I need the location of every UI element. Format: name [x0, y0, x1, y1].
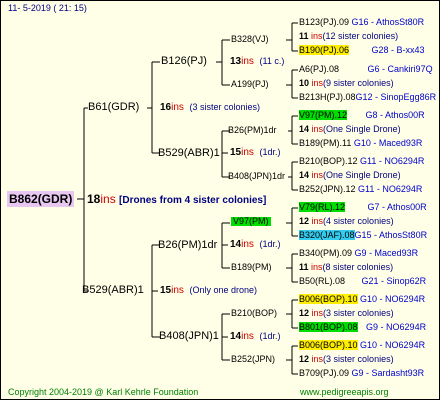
g2-node-1-ins: 13ins (11 c.) — [230, 56, 285, 67]
g2-node-2-ins: 15ins (1dr.) — [230, 147, 281, 158]
g1-sire[interactable]: B61(GDR) — [88, 102, 139, 113]
root-queen[interactable]: B862(GDR) — [7, 191, 75, 207]
g4-node-5[interactable]: V97(PM).12 G8 - Athos00R — [299, 110, 425, 120]
g4-node-16[interactable]: B709(PJ).09 G9 - Sardasht93R — [299, 369, 424, 378]
g4-node-12[interactable]: B50(RL).08 G21 - Sinop62R — [299, 277, 426, 286]
g4-node-10[interactable]: B320(JAF).08G15 - AthosSt80R — [299, 230, 427, 240]
g3-node-2[interactable]: A199(PJ) — [231, 80, 269, 89]
g4-node-2[interactable]: B190(PJ).06 G28 - B-xx43 — [299, 45, 425, 55]
g2-node-4-ins: 14ins (1dr.) — [230, 331, 281, 342]
g4-note-6: 11 ins(8 sister colonies) — [299, 262, 394, 272]
g4-node-14[interactable]: B801(BOP).08 G9 - NO6294R — [299, 322, 426, 332]
g3-node-6[interactable]: B189(PM) — [231, 263, 272, 272]
g4-node-7[interactable]: B210(BOP).12 G11 - NO6294R — [299, 157, 424, 166]
g4-node-9[interactable]: V79(RL).12 G7 - Athos00R — [299, 202, 427, 212]
g3-node-1[interactable]: B328(VJ) — [231, 35, 269, 44]
pedigree-chart: { "header": "11- 5-2019 ( 21: 15)", "foo… — [0, 0, 440, 400]
g4-note-8: 12 ins(3 sister colonies) — [299, 354, 394, 364]
g4-node-6[interactable]: B189(PM).11 G10 - Maced93R — [299, 139, 422, 148]
g4-note-3: 14 ins(One Single Drone) — [299, 124, 401, 134]
g3-node-8[interactable]: B252(JPN) — [231, 355, 275, 364]
g4-note-7: 12 ins(3 sister colonies) — [299, 308, 394, 318]
g4-node-8[interactable]: B252(JPN).12 G11 - NO6294R — [299, 185, 422, 194]
g3-node-3[interactable]: B26(PM)1dr — [228, 126, 277, 135]
g3-node-4[interactable]: B408(JPN)1dr — [228, 172, 285, 181]
g4-note-4: 14 ins(One Single Drone) — [299, 170, 401, 180]
g4-node-13[interactable]: B006(BOP).10 G10 - NO6294R — [299, 294, 425, 304]
g1-dam[interactable]: B529(ABR)1 — [82, 285, 144, 296]
copyright: Copyright 2004-2019 @ Karl Kehrle Founda… — [8, 387, 199, 397]
g1-sire-ins: 16ins (3 sister colonies) — [160, 102, 261, 113]
g2-node-2[interactable]: B529(ABR)1 — [158, 148, 220, 159]
g4-node-4[interactable]: B213H(PJ).08G12 - SinopEgg86R — [299, 93, 436, 102]
g4-note-1: 11 ins(12 sister colonies) — [299, 31, 399, 41]
website-link[interactable]: www.pedigreeapis.org — [300, 388, 389, 397]
g3-node-5[interactable]: V97(PM) — [231, 217, 271, 226]
g4-node-15[interactable]: B006(BOP).10 G10 - NO6294R — [299, 340, 425, 350]
timestamp: 11- 5-2019 ( 21: 15) — [8, 3, 87, 13]
g2-node-3[interactable]: B26(PM)1dr — [158, 240, 217, 251]
g4-note-5: 12 ins(4 sister colonies) — [299, 216, 394, 226]
g4-node-11[interactable]: B340(PM).09 G9 - Maced93R — [299, 249, 418, 258]
g4-note-2: 10 ins(9 sister colonies) — [299, 78, 394, 88]
root-insemination: 18ins [Drones from 4 sister colonies] — [87, 192, 267, 206]
g2-node-4[interactable]: B408(JPN)1 — [159, 331, 219, 342]
g1-dam-ins: 15ins (Only one drone) — [160, 285, 258, 296]
g3-node-7[interactable]: B210(BOP) — [231, 309, 277, 318]
g2-node-3-ins: 14ins (1dr.) — [230, 239, 281, 250]
g2-node-1[interactable]: B126(PJ) — [161, 56, 207, 67]
g4-node-3[interactable]: A6(PJ).08 G6 - Cankiri97Q — [299, 65, 433, 74]
g4-node-1[interactable]: B123(PJ).09 G16 - AthosSt80R — [299, 18, 424, 27]
